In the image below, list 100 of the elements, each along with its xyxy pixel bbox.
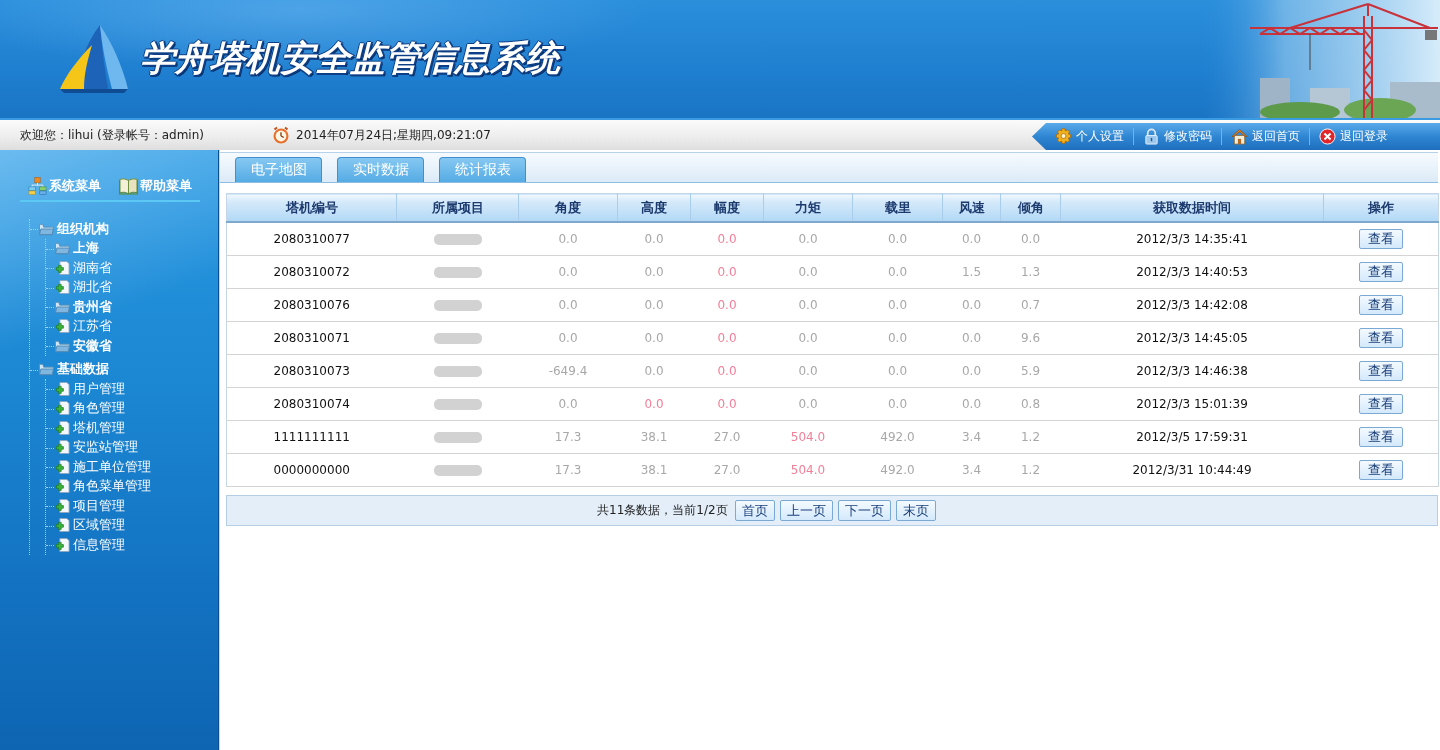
table-cell: 17.3 [518, 420, 618, 454]
tab[interactable]: 统计报表 [439, 157, 526, 182]
table-cell: 2012/3/31 10:44:49 [1060, 453, 1324, 487]
welcome-text: 欢迎您：lihui (登录帐号：admin) [20, 126, 204, 144]
table-cell: 38.1 [617, 420, 691, 454]
tree-item[interactable]: 贵州省 [55, 297, 112, 317]
tree-item[interactable]: 施工单位管理 [55, 457, 151, 477]
column-header: 所属项目 [396, 193, 519, 222]
document-plus-icon [55, 420, 70, 435]
view-button[interactable]: 查看 [1358, 229, 1403, 249]
tree-item[interactable]: 基础数据 [39, 359, 109, 379]
tree-item[interactable]: 项目管理 [55, 496, 125, 516]
tab[interactable]: 实时数据 [337, 157, 424, 182]
table-cell: 0.0 [690, 387, 764, 421]
table-cell: 0.0 [763, 255, 853, 289]
toolbar-link[interactable]: 退回登录 [1309, 128, 1397, 145]
table-cell: 504.0 [763, 420, 853, 454]
menu-tab[interactable]: 系统菜单 [28, 177, 101, 195]
tree-item[interactable]: 角色菜单管理 [55, 476, 151, 496]
tree-item[interactable]: 安监站管理 [55, 437, 138, 457]
table-cell: 0.0 [763, 288, 853, 322]
table-cell: 0.0 [518, 387, 618, 421]
toolbar-link[interactable]: 个人设置 [1046, 128, 1133, 145]
tree-item[interactable]: 安徽省 [55, 336, 112, 356]
table-cell: 2012/3/5 17:59:31 [1060, 420, 1324, 454]
tree-item[interactable]: 湖北省 [55, 277, 112, 297]
table-cell: 0.0 [518, 321, 618, 355]
table-cell: 2080310074 [226, 387, 397, 421]
tab[interactable]: 电子地图 [235, 157, 322, 182]
house-icon [1231, 128, 1248, 145]
folder-icon [55, 299, 70, 314]
table-cell: 504.0 [763, 453, 853, 487]
table-cell: 2080310073 [226, 354, 397, 388]
tree-item[interactable]: 用户管理 [55, 379, 125, 399]
book-icon [119, 177, 138, 195]
table-cell: 492.0 [852, 420, 943, 454]
table-cell: 0.0 [617, 255, 691, 289]
document-plus-icon [55, 518, 70, 533]
tree-item[interactable]: 上海 [55, 238, 99, 258]
table-cell: 0.0 [852, 387, 943, 421]
tree-item[interactable]: 湖南省 [55, 258, 112, 278]
toolbar-link[interactable]: 返回首页 [1221, 128, 1309, 145]
view-button[interactable]: 查看 [1358, 460, 1403, 480]
column-header: 获取数据时间 [1060, 193, 1324, 222]
page-button[interactable]: 首页 [734, 500, 775, 521]
table-cell: 0.0 [518, 288, 618, 322]
table-cell: 1.2 [1000, 420, 1061, 454]
date-time-text: 2014年07月24日;星期四,09:21:07 [296, 126, 491, 144]
system-title: 学舟塔机安全监管信息系统 [134, 32, 570, 86]
table-cell: 1.3 [1000, 255, 1061, 289]
menu-tab[interactable]: 帮助菜单 [119, 177, 192, 195]
page-button[interactable]: 下一页 [837, 500, 891, 521]
table-cell: 0.8 [1000, 387, 1061, 421]
table-cell: 0.0 [518, 255, 618, 289]
table-cell: 3.4 [942, 420, 1001, 454]
view-button[interactable]: 查看 [1358, 427, 1403, 447]
tree-item[interactable]: 江苏省 [55, 316, 112, 336]
table-cell: 0.0 [690, 321, 764, 355]
column-header: 力矩 [763, 193, 853, 222]
table-cell: 2012/3/3 14:40:53 [1060, 255, 1324, 289]
toolbar-link[interactable]: 修改密码 [1133, 128, 1221, 145]
tree-item[interactable]: 塔机管理 [55, 418, 125, 438]
lock-icon [1143, 128, 1160, 145]
table-cell: 0.0 [852, 255, 943, 289]
table-cell: 0.0 [1000, 222, 1061, 256]
table-cell: 0.0 [690, 288, 764, 322]
document-plus-icon [55, 498, 70, 513]
table-cell: 2080310077 [226, 222, 397, 256]
column-header: 角度 [518, 193, 618, 222]
table-cell: 2012/3/3 15:01:39 [1060, 387, 1324, 421]
table-cell: 0.0 [942, 222, 1001, 256]
table-cell: 27.0 [690, 453, 764, 487]
tree-item[interactable]: 信息管理 [55, 535, 125, 555]
table-cell: 27.0 [690, 420, 764, 454]
view-button[interactable]: 查看 [1358, 328, 1403, 348]
view-button[interactable]: 查看 [1358, 394, 1403, 414]
tree-item[interactable]: 区域管理 [55, 515, 125, 535]
column-header: 载里 [852, 193, 943, 222]
tree-item[interactable]: 角色管理 [55, 398, 125, 418]
folder-icon [39, 362, 54, 377]
folder-icon [55, 241, 70, 256]
table-cell: 0.0 [617, 387, 691, 421]
view-button[interactable]: 查看 [1358, 295, 1403, 315]
document-plus-icon [55, 537, 70, 552]
table-cell: 1.2 [1000, 453, 1061, 487]
table-cell: 2012/3/3 14:35:41 [1060, 222, 1324, 256]
table-cell: 2080310071 [226, 321, 397, 355]
view-button[interactable]: 查看 [1358, 262, 1403, 282]
table-cell: 0.0 [763, 222, 853, 256]
folder-icon [39, 221, 54, 236]
document-plus-icon [55, 260, 70, 275]
page-button[interactable]: 末页 [895, 500, 936, 521]
table-cell: 0.0 [617, 288, 691, 322]
document-plus-icon [55, 381, 70, 396]
table-cell: 0.0 [852, 354, 943, 388]
page-button[interactable]: 上一页 [779, 500, 833, 521]
table-cell: 2012/3/3 14:45:05 [1060, 321, 1324, 355]
view-button[interactable]: 查看 [1358, 361, 1403, 381]
tree-item[interactable]: 组织机构 [39, 219, 109, 239]
table-cell: 0.0 [518, 222, 618, 256]
